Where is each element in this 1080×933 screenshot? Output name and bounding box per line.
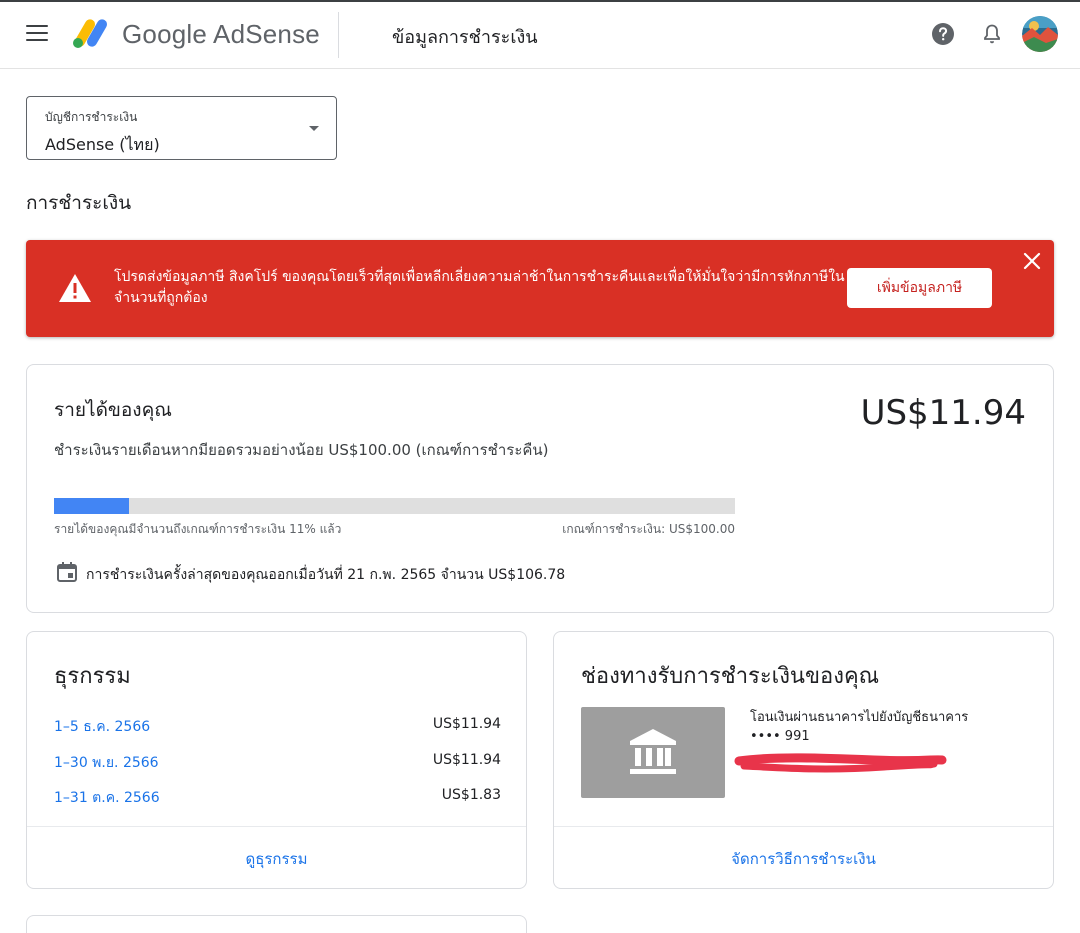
threshold-progress-bar [54, 498, 735, 514]
warning-icon [59, 274, 91, 302]
app-header: Google AdSense ข้อมูลการชำระเงิน [0, 2, 1080, 69]
transaction-date-link[interactable]: 1–5 ธ.ค. 2566 [54, 716, 150, 738]
alert-message: โปรดส่งข้อมูลภาษี สิงคโปร์ ของคุณโดยเร็ว… [114, 269, 845, 306]
chevron-down-icon [309, 126, 319, 131]
earnings-title: รายได้ของคุณ [54, 399, 172, 421]
select-label: บัญชีการชำระเงิน [45, 110, 138, 124]
progress-threshold-label: เกณฑ์การชำระเงิน: US$100.00 [562, 522, 735, 536]
section-title: การชำระเงิน [26, 192, 132, 214]
progress-percent-label: รายได้ของคุณมีจำนวนถึงเกณฑ์การชำระเงิน 1… [54, 522, 342, 536]
transactions-title: ธุรกรรม [54, 664, 131, 689]
add-tax-info-button[interactable]: เพิ่มข้อมูลภาษี [847, 268, 992, 308]
adsense-logo-icon [73, 19, 107, 48]
menu-icon[interactable] [26, 25, 48, 43]
header-divider [338, 12, 339, 58]
bank-icon [630, 729, 676, 774]
select-value: AdSense (ไทย) [45, 135, 160, 154]
avatar[interactable] [1022, 16, 1058, 52]
threshold-progress-fill [54, 498, 129, 514]
earnings-card: รายได้ของคุณ US$11.94 ชำระเงินรายเดือนหา… [26, 364, 1054, 613]
manage-payment-methods-link[interactable]: จัดการวิธีการชำระเงิน [554, 847, 1053, 871]
card-divider [27, 826, 526, 827]
view-transactions-link[interactable]: ดูธุรกรรม [27, 847, 526, 871]
transaction-amount: US$11.94 [432, 716, 501, 732]
card-divider [554, 826, 1053, 827]
close-icon[interactable] [1021, 250, 1043, 272]
transaction-date-link[interactable]: 1–30 พ.ย. 2566 [54, 752, 159, 774]
help-icon[interactable] [931, 22, 955, 46]
transaction-date-link[interactable]: 1–31 ต.ค. 2566 [54, 787, 160, 809]
redaction-mark [734, 753, 947, 773]
last-payment-info: การชำระเงินครั้งล่าสุดของคุณออกเมื่อวันท… [86, 567, 566, 583]
tax-info-alert: โปรดส่งข้อมูลภาษี สิงคโปร์ ของคุณโดยเร็ว… [26, 240, 1054, 337]
transaction-row: 1–30 พ.ย. 2566 US$11.94 [54, 752, 501, 774]
payment-method-card: ช่องทางรับการชำระเงินของคุณ โอนเงินผ่านธ… [553, 631, 1054, 889]
bank-tile [581, 707, 725, 798]
transaction-amount: US$11.94 [432, 752, 501, 768]
product-name[interactable]: Google AdSense [122, 19, 320, 50]
billing-account-select[interactable]: บัญชีการชำระเงิน AdSense (ไทย) [26, 96, 337, 160]
notifications-icon[interactable] [980, 22, 1004, 46]
payment-threshold-description: ชำระเงินรายเดือนหากมียอดรวมอย่างน้อย US$… [54, 441, 549, 459]
earnings-amount: US$11.94 [860, 393, 1026, 433]
calendar-icon [57, 562, 77, 582]
payment-method-title: ช่องทางรับการชำระเงินของคุณ [581, 664, 880, 689]
transaction-row: 1–31 ต.ค. 2566 US$1.83 [54, 787, 501, 809]
page-title: ข้อมูลการชำระเงิน [392, 27, 538, 48]
transactions-card: ธุรกรรม 1–5 ธ.ค. 2566 US$11.94 1–30 พ.ย.… [26, 631, 527, 889]
transaction-amount: US$1.83 [441, 787, 501, 803]
transaction-row: 1–5 ธ.ค. 2566 US$11.94 [54, 716, 501, 738]
bank-account-description: โอนเงินผ่านธนาคารไปยังบัญชีธนาคาร •••• 9… [750, 710, 969, 744]
next-card-partial [26, 915, 527, 933]
